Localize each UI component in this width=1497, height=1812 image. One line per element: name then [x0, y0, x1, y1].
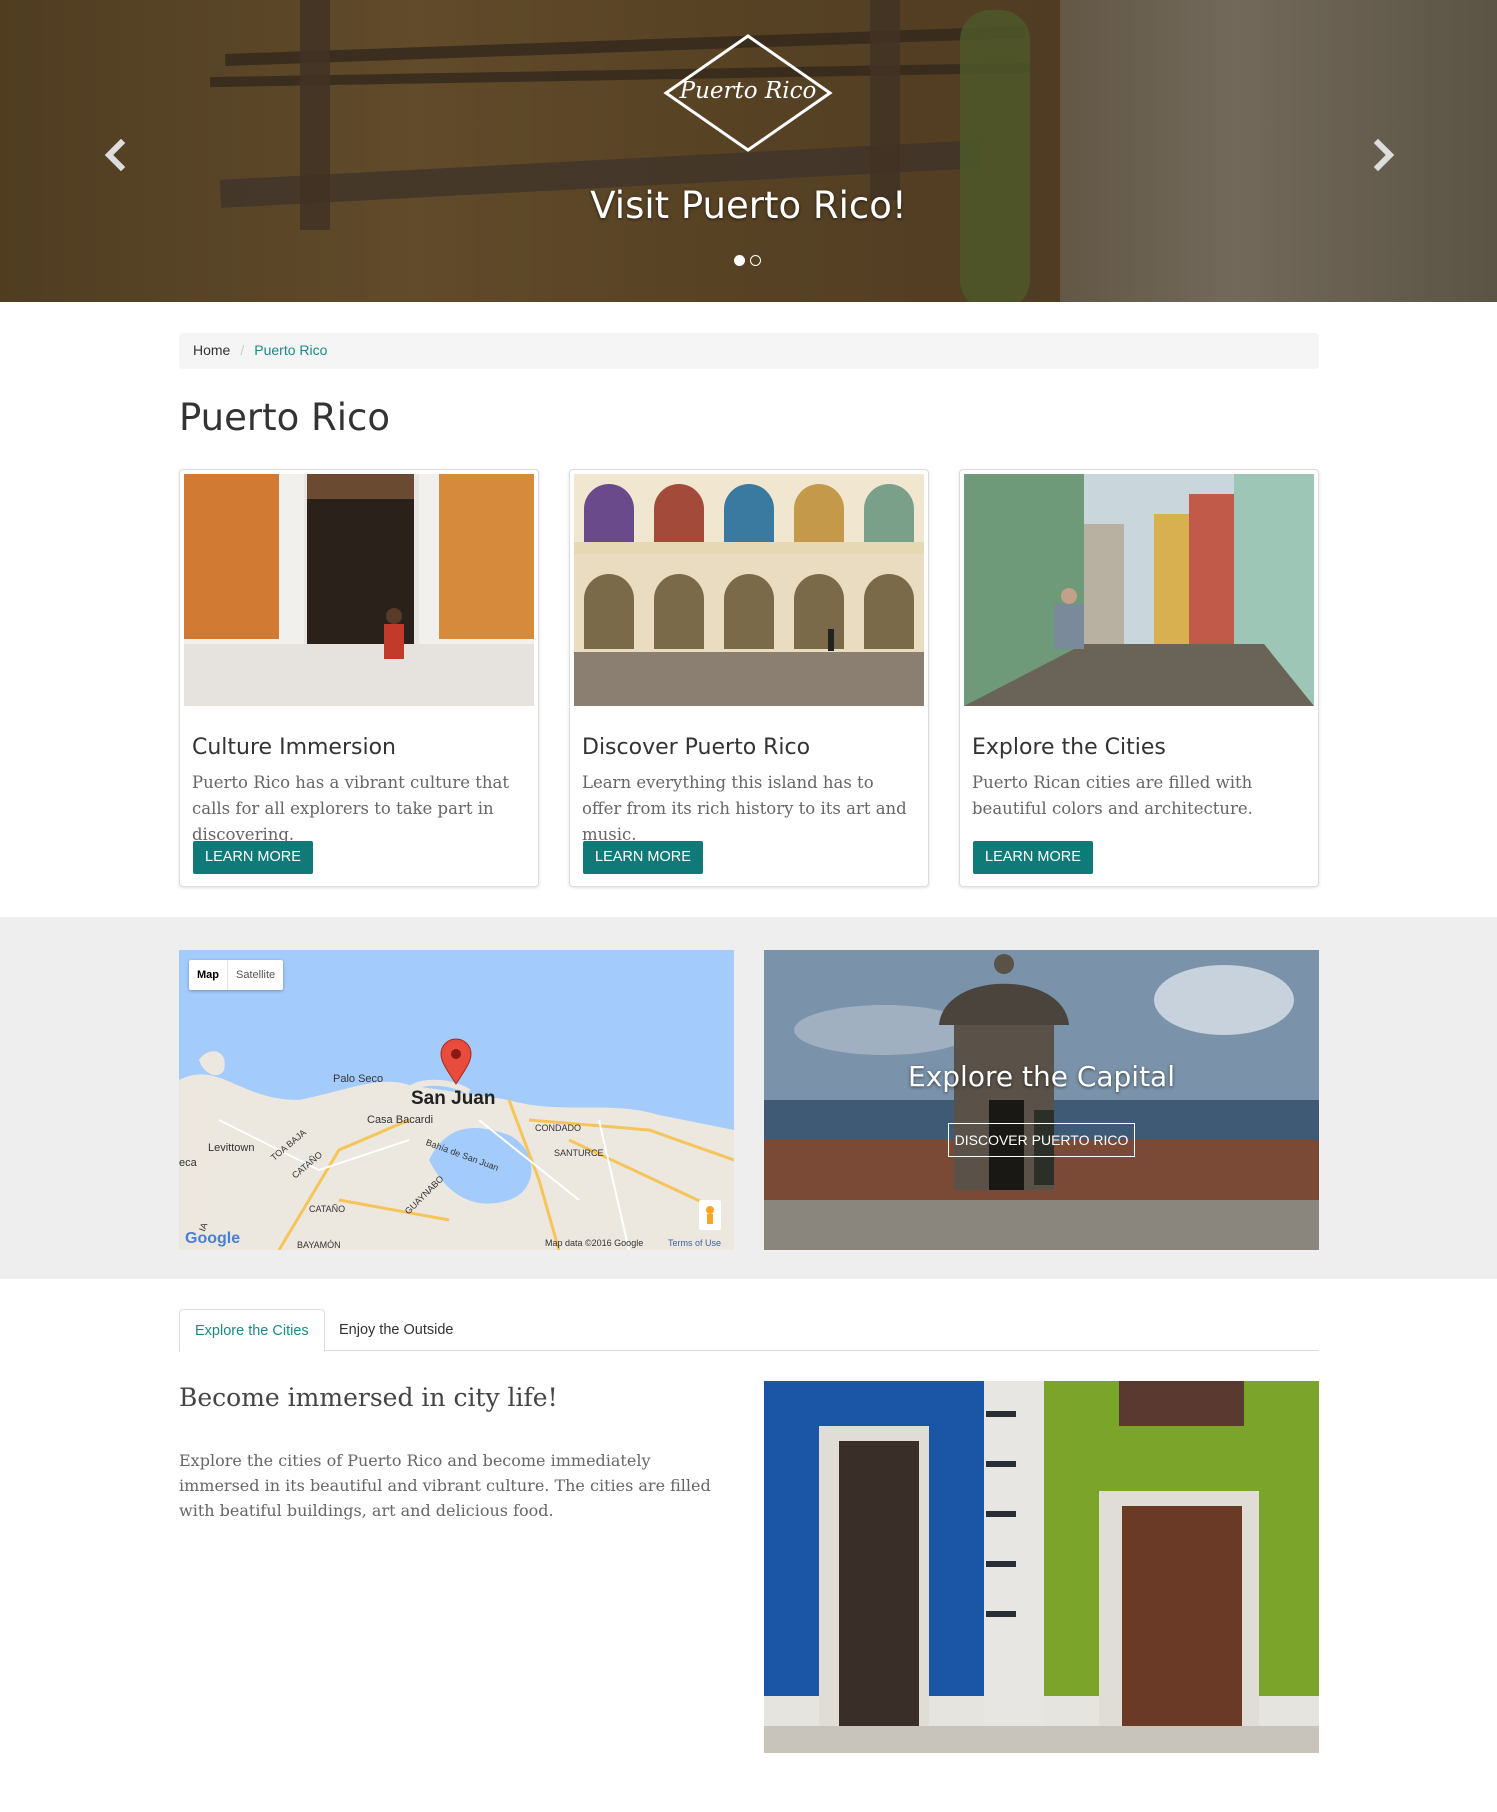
card-title: Culture Immersion [192, 735, 396, 760]
tab-explore-the-cities[interactable]: Explore the Cities [179, 1309, 325, 1352]
card-explore-the-cities: Explore the Cities Puerto Rican cities a… [959, 469, 1319, 887]
carousel-next-icon[interactable] [1362, 135, 1402, 175]
learn-more-button[interactable]: LEARN MORE [973, 841, 1093, 874]
page-title: Puerto Rico [179, 396, 390, 439]
carousel-indicator-1[interactable] [734, 255, 745, 266]
map-label: CONDADO [535, 1123, 582, 1133]
carousel-indicator-2[interactable] [750, 255, 761, 266]
google-logo: Google [185, 1230, 241, 1247]
doors-image [764, 1381, 1319, 1753]
discover-puerto-rico-button[interactable]: DISCOVER PUERTO RICO [948, 1123, 1135, 1157]
breadcrumb-home-link[interactable]: Home [193, 342, 230, 358]
breadcrumb-separator: / [240, 342, 245, 358]
map-type-map-button[interactable]: Map [189, 960, 228, 990]
logo-text: Puerto Rico [679, 78, 817, 104]
learn-more-button[interactable]: LEARN MORE [583, 841, 703, 874]
map-attribution: Map data ©2016 Google [545, 1238, 644, 1248]
map-terms-link[interactable]: Terms of Use [668, 1238, 721, 1248]
breadcrumb: Home / Puerto Rico [179, 333, 1319, 369]
map-label: Palo Seco [333, 1073, 384, 1085]
hero-carousel: Puerto Rico Visit Puerto Rico! [0, 0, 1497, 302]
map-type-satellite-button[interactable]: Satellite [228, 960, 283, 990]
explore-capital-banner: Explore the Capital DISCOVER PUERTO RICO [764, 950, 1319, 1250]
card-image [184, 474, 534, 706]
map-type-toggle: Map Satellite [189, 960, 284, 990]
hero-caption: Visit Puerto Rico! [590, 184, 907, 227]
card-image [574, 474, 924, 706]
map-label: Casa Bacardi [367, 1114, 434, 1126]
map-label: SANTURCE [554, 1148, 604, 1158]
card-image [964, 474, 1314, 706]
card-title: Discover Puerto Rico [582, 735, 811, 760]
map-label: Levittown [208, 1142, 255, 1154]
tab-bar: Explore the Cities Enjoy the Outside [179, 1309, 1319, 1352]
google-map[interactable]: Map Satellite Palo Seco San Juan Casa Ba… [179, 950, 734, 1250]
map-label-san-juan: San Juan [411, 1088, 496, 1109]
carousel-indicators [734, 255, 761, 266]
card-text: Puerto Rican cities are filled with beau… [972, 773, 1253, 818]
map-label: eca [179, 1157, 197, 1169]
card-text: Learn everything this island has to offe… [582, 773, 907, 844]
breadcrumb-current: Puerto Rico [254, 342, 328, 358]
card-text: Puerto Rico has a vibrant culture that c… [192, 773, 509, 844]
card-title: Explore the Cities [972, 735, 1166, 760]
carousel-prev-icon[interactable] [97, 135, 137, 175]
map-label: CATAÑO [309, 1204, 346, 1214]
capital-title: Explore the Capital [908, 1060, 1175, 1093]
tab-content-title: Become immersed in city life! [179, 1383, 558, 1412]
learn-more-button[interactable]: LEARN MORE [193, 841, 313, 874]
tab-content-body: Explore the cities of Puerto Rico and be… [179, 1451, 711, 1520]
card-discover-puerto-rico: Discover Puerto Rico Learn everything th… [569, 469, 929, 887]
map-label: BAYAMÓN [297, 1240, 341, 1250]
tab-enjoy-the-outside[interactable]: Enjoy the Outside [324, 1309, 468, 1351]
card-culture-immersion: Culture Immersion Puerto Rico has a vibr… [179, 469, 539, 887]
